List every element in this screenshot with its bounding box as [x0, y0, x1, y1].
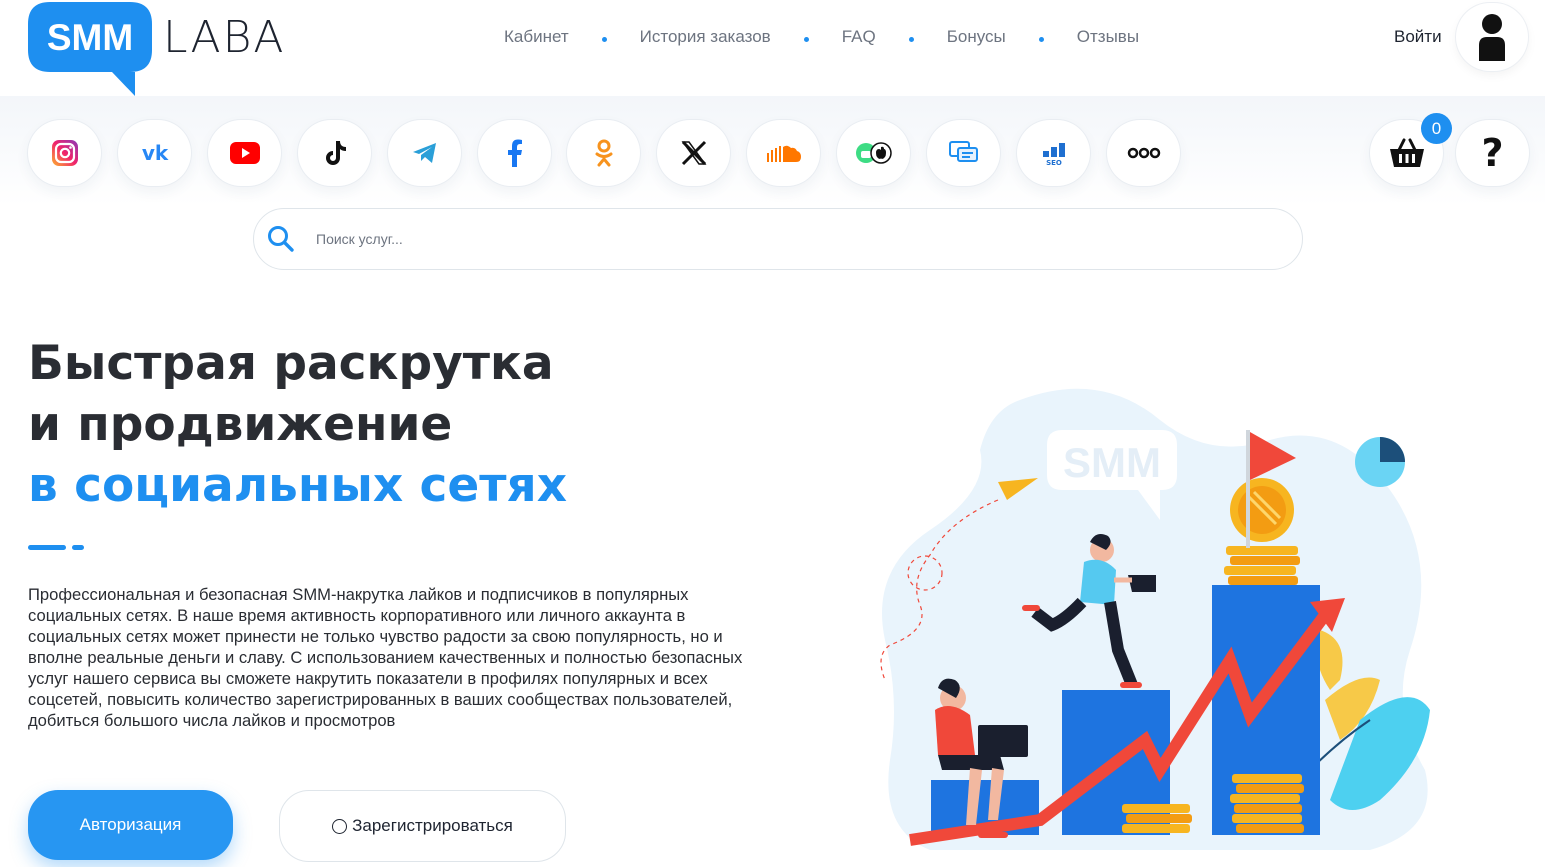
- instagram-icon: [51, 140, 78, 166]
- title-underline-dot: [72, 545, 84, 550]
- svg-text:SMM: SMM: [1063, 439, 1161, 486]
- nav-order-history[interactable]: История заказов: [640, 27, 771, 47]
- social-telegram[interactable]: [388, 120, 461, 186]
- hero-title: Быстрая раскрутка и продвижение в социал…: [28, 333, 567, 516]
- social-apps[interactable]: [837, 120, 910, 186]
- cart-count-badge: 0: [1421, 113, 1452, 144]
- main-nav: Кабинет История заказов FAQ Бонусы Отзыв…: [504, 27, 1139, 47]
- apps-icon: [855, 142, 892, 164]
- social-instagram[interactable]: [28, 120, 101, 186]
- hero-illustration: SMM: [870, 380, 1440, 862]
- chat-icon: [948, 141, 978, 162]
- telegram-icon: [412, 143, 436, 163]
- youtube-icon: [229, 142, 260, 164]
- help-icon: ?: [1481, 131, 1504, 175]
- hero-title-line1: Быстрая раскрутка: [28, 336, 554, 391]
- nav-cabinet[interactable]: Кабинет: [504, 27, 569, 47]
- social-youtube[interactable]: [208, 120, 281, 186]
- social-more[interactable]: [1107, 120, 1180, 186]
- social-odnoklassniki[interactable]: [567, 120, 640, 186]
- more-icon: [1127, 147, 1160, 159]
- nav-reviews[interactable]: Отзывы: [1077, 27, 1139, 47]
- search-bar: [253, 208, 1303, 270]
- title-underline: [28, 545, 66, 550]
- logo-text-laba: LABA: [163, 12, 286, 63]
- circle-icon: [332, 818, 348, 834]
- login-link[interactable]: Войти: [1394, 27, 1442, 47]
- social-chat[interactable]: [927, 120, 1000, 186]
- hero-title-line3: в социальных сетях: [28, 458, 568, 513]
- logo-text-smm: SMM: [47, 17, 133, 58]
- nav-bonuses[interactable]: Бонусы: [947, 27, 1006, 47]
- social-facebook[interactable]: [478, 120, 551, 186]
- social-tiktok[interactable]: [298, 120, 371, 186]
- social-x[interactable]: [657, 120, 730, 186]
- register-button-label: Зарегистрироваться: [352, 816, 513, 835]
- social-vk[interactable]: vk: [118, 120, 191, 186]
- odnoklassniki-icon: [595, 139, 612, 167]
- user-icon: [1479, 14, 1505, 61]
- tiktok-icon: [325, 141, 346, 165]
- user-button[interactable]: [1456, 3, 1528, 71]
- seo-icon: SEO: [1042, 143, 1065, 166]
- soundcloud-icon: [766, 145, 801, 162]
- facebook-icon: [507, 139, 522, 167]
- nav-separator: [803, 36, 809, 42]
- social-seo[interactable]: SEO: [1017, 120, 1090, 186]
- nav-separator: [601, 36, 607, 42]
- search-input[interactable]: [316, 231, 1216, 247]
- x-icon: [681, 140, 706, 166]
- search-icon[interactable]: [266, 224, 296, 254]
- hero-title-line2: и продвижение: [28, 397, 453, 452]
- header: SMM LABA Кабинет История заказов FAQ Бон…: [0, 0, 1545, 96]
- svg-text:vk: vk: [141, 143, 168, 163]
- auth-button[interactable]: Авторизация: [28, 790, 233, 860]
- svg-text:SEO: SEO: [1046, 159, 1062, 166]
- logo-bubble: SMM: [28, 2, 152, 96]
- register-button[interactable]: Зарегистрироваться: [279, 790, 566, 862]
- nav-separator: [1038, 36, 1044, 42]
- logo[interactable]: SMM: [28, 2, 152, 96]
- help-button[interactable]: ?: [1456, 120, 1529, 186]
- vk-icon: vk: [141, 143, 168, 163]
- social-soundcloud[interactable]: [747, 120, 820, 186]
- nav-separator: [908, 36, 914, 42]
- basket-icon: [1389, 138, 1424, 167]
- nav-faq[interactable]: FAQ: [842, 27, 876, 47]
- hero-description: Профессиональная и безопасная SMM-накрут…: [28, 585, 743, 730]
